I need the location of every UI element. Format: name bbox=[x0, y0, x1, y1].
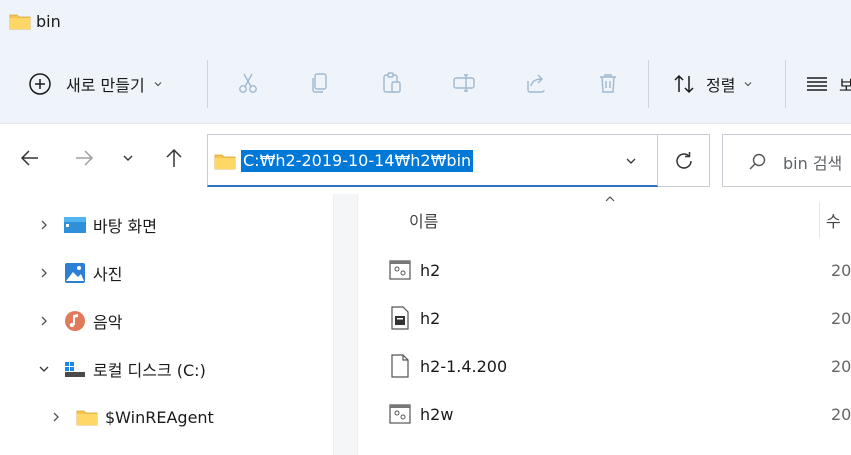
search-icon bbox=[749, 153, 766, 170]
arrow-up-icon bbox=[166, 148, 182, 167]
sidebar-item-label: $WinREAgent bbox=[105, 407, 214, 427]
file-name: h2w bbox=[420, 405, 454, 424]
batch-file-icon bbox=[389, 404, 411, 424]
recent-locations-button[interactable] bbox=[114, 144, 142, 172]
navigation-pane: 바탕 화면 사진 음악 로컬 디스크 (C:) $WinREAgent bbox=[0, 194, 333, 455]
sidebar-item-music[interactable]: 음악 bbox=[37, 306, 122, 336]
rename-icon bbox=[453, 74, 475, 92]
file-row[interactable]: h2w 20 bbox=[358, 394, 851, 434]
up-button[interactable] bbox=[160, 144, 188, 172]
column-divider[interactable] bbox=[819, 202, 820, 238]
file-date: 20 bbox=[831, 261, 851, 280]
rename-button[interactable] bbox=[449, 68, 479, 98]
sidebar-item-local-disk[interactable]: 로컬 디스크 (C:) bbox=[37, 354, 206, 384]
executable-file-icon bbox=[391, 306, 409, 330]
file-row[interactable]: h2 20 bbox=[358, 298, 851, 338]
share-icon bbox=[527, 74, 545, 93]
blank-file-icon bbox=[391, 354, 409, 378]
sort-button-label: 정렬 bbox=[706, 76, 736, 95]
file-date: 20 bbox=[831, 357, 851, 376]
desktop-icon bbox=[64, 217, 86, 233]
music-icon bbox=[65, 311, 85, 331]
back-button[interactable] bbox=[16, 144, 44, 172]
column-header-date[interactable]: 수 bbox=[826, 208, 841, 232]
forward-button[interactable] bbox=[70, 144, 98, 172]
sidebar-item-label: 로컬 디스크 (C:) bbox=[93, 361, 206, 380]
pane-splitter[interactable] bbox=[333, 194, 358, 455]
sort-ascending-icon bbox=[605, 196, 615, 202]
plus-circle-icon bbox=[29, 73, 51, 95]
navigation-bar: C:₩h2-2019-10-14₩h2₩bin bin 검색 bbox=[0, 124, 851, 194]
toolbar-separator bbox=[785, 60, 786, 108]
file-name: h2 bbox=[420, 309, 441, 328]
view-button-label: 보 bbox=[839, 76, 851, 95]
address-path[interactable]: C:₩h2-2019-10-14₩h2₩bin bbox=[241, 150, 474, 172]
view-button[interactable]: 보 bbox=[805, 70, 851, 98]
search-placeholder: bin 검색 bbox=[783, 154, 843, 173]
new-button[interactable]: 새로 만들기 bbox=[28, 70, 163, 98]
batch-file-icon bbox=[389, 260, 411, 280]
window-title: bin bbox=[36, 12, 61, 31]
chevron-down-icon[interactable] bbox=[625, 155, 637, 167]
drive-icon bbox=[65, 362, 85, 377]
sort-button[interactable]: 정렬 bbox=[672, 70, 753, 98]
toolbar-separator bbox=[207, 60, 208, 108]
chevron-down-icon[interactable] bbox=[37, 362, 51, 376]
sidebar-item-desktop[interactable]: 바탕 화면 bbox=[37, 210, 157, 240]
title-bar: bin bbox=[0, 0, 851, 44]
refresh-icon bbox=[675, 151, 692, 169]
command-bar: 새로 만들기 정렬 보 bbox=[0, 44, 851, 124]
file-date: 20 bbox=[831, 405, 851, 424]
chevron-down-icon bbox=[745, 82, 752, 87]
chevron-down-icon bbox=[154, 82, 162, 87]
copy-button[interactable] bbox=[305, 68, 335, 98]
file-row[interactable]: h2-1.4.200 20 bbox=[358, 346, 851, 386]
sidebar-item-label: 바탕 화면 bbox=[93, 217, 157, 236]
sidebar-item-label: 사진 bbox=[93, 265, 123, 284]
sidebar-item-label: 음악 bbox=[93, 313, 123, 332]
delete-button[interactable] bbox=[593, 68, 623, 98]
file-date: 20 bbox=[831, 309, 851, 328]
chevron-right-icon[interactable] bbox=[37, 218, 51, 232]
toolbar-separator bbox=[648, 60, 649, 108]
sort-arrows-icon bbox=[674, 74, 694, 94]
search-box[interactable]: bin 검색 bbox=[722, 134, 851, 187]
file-name: h2-1.4.200 bbox=[420, 357, 508, 376]
share-button[interactable] bbox=[521, 68, 551, 98]
scissors-icon bbox=[239, 73, 257, 93]
file-name: h2 bbox=[420, 261, 441, 280]
new-button-label: 새로 만들기 bbox=[66, 76, 145, 95]
copy-icon bbox=[312, 73, 327, 93]
arrow-right-icon bbox=[76, 150, 94, 166]
file-row[interactable]: h2 20 bbox=[358, 250, 851, 290]
sidebar-item-pictures[interactable]: 사진 bbox=[37, 258, 122, 288]
arrow-left-icon bbox=[20, 150, 38, 166]
file-list: 이름 수 h2 20 h2 20 h2-1.4.200 20 h2w 20 bbox=[358, 194, 851, 455]
address-bar[interactable]: C:₩h2-2019-10-14₩h2₩bin bbox=[207, 134, 658, 187]
folder-icon bbox=[76, 410, 98, 426]
folder-icon bbox=[9, 14, 31, 30]
clipboard-icon bbox=[383, 72, 401, 93]
view-list-icon bbox=[807, 77, 827, 91]
refresh-button[interactable] bbox=[658, 134, 710, 187]
pictures-icon bbox=[65, 263, 85, 283]
chevron-down-icon bbox=[123, 155, 133, 161]
chevron-right-icon[interactable] bbox=[37, 314, 51, 328]
trash-icon bbox=[600, 74, 616, 93]
folder-icon bbox=[214, 154, 236, 170]
sidebar-item-winreagent[interactable]: $WinREAgent bbox=[49, 402, 214, 432]
paste-button[interactable] bbox=[377, 68, 407, 98]
chevron-right-icon[interactable] bbox=[49, 410, 63, 424]
column-header-name[interactable]: 이름 bbox=[409, 208, 438, 232]
cut-button[interactable] bbox=[233, 68, 263, 98]
chevron-right-icon[interactable] bbox=[37, 266, 51, 280]
